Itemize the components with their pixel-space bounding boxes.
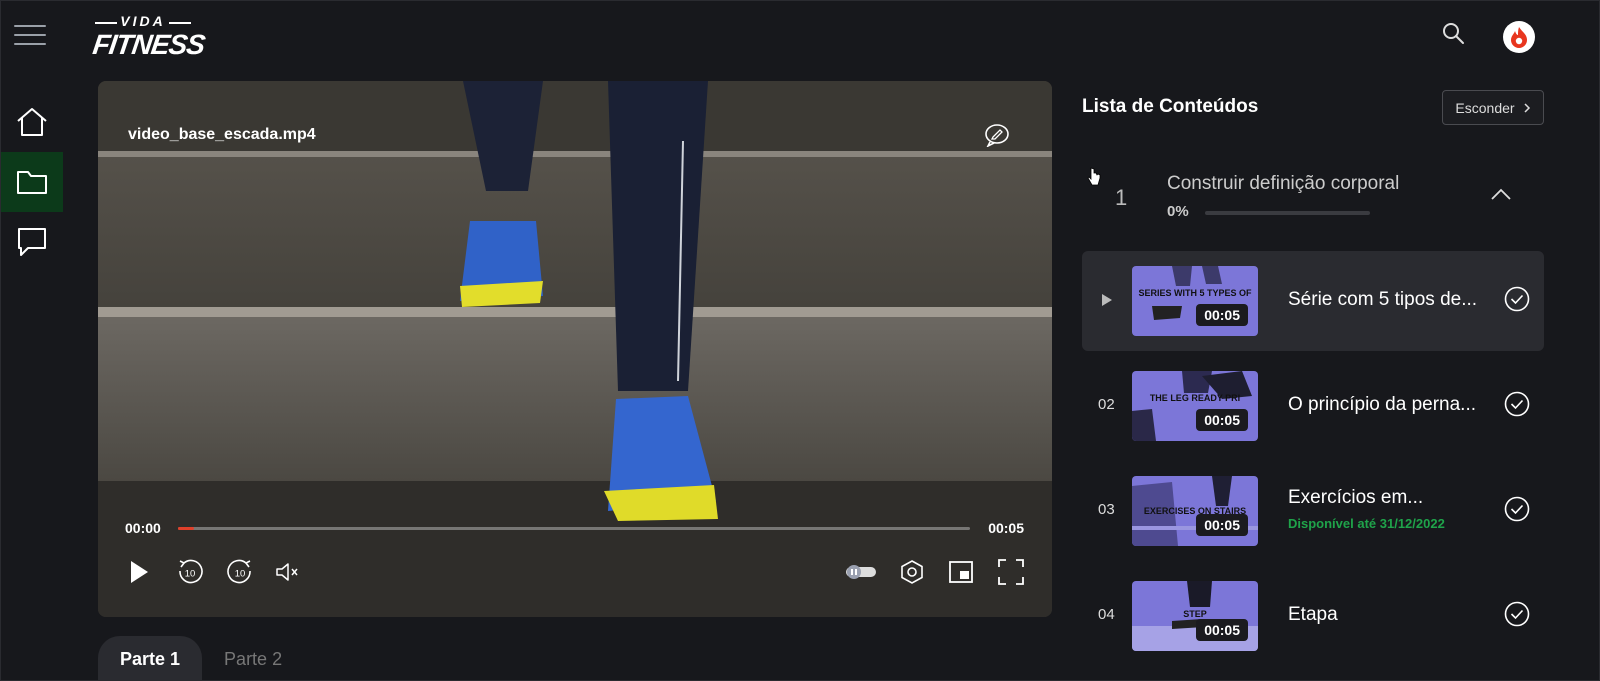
check-circle-icon[interactable]: [1504, 391, 1530, 417]
availability-label: Disponível até 31/12/2022: [1288, 516, 1445, 531]
logo-bottom-text: FITNESS: [90, 29, 207, 60]
autoplay-toggle[interactable]: [845, 557, 877, 587]
rewind-10-button[interactable]: 10: [175, 557, 205, 587]
flame-icon: [1511, 27, 1527, 48]
rewind-icon: 10: [179, 559, 203, 584]
now-playing-icon: [1102, 294, 1112, 306]
brand-logo[interactable]: VIDA FITNESS: [91, 13, 207, 63]
tab-part-1[interactable]: Parte 1: [98, 636, 203, 681]
fullscreen-icon: [998, 559, 1024, 585]
current-time: 00:00: [125, 520, 161, 536]
svg-text:10: 10: [185, 569, 196, 580]
search-icon[interactable]: [1441, 21, 1467, 47]
check-circle-icon[interactable]: [1504, 496, 1530, 522]
lesson-thumbnail: STEP 00:05: [1132, 581, 1258, 651]
mouse-cursor-icon: [1087, 167, 1101, 186]
pip-button[interactable]: [948, 557, 974, 587]
annotate-icon[interactable]: [984, 123, 1010, 148]
forward-10-button[interactable]: 10: [225, 557, 255, 587]
lesson-index: 03: [1098, 501, 1115, 518]
toggle-icon: [846, 565, 876, 579]
module-title: Construir definição corporal: [1167, 173, 1400, 194]
chevron-up-icon[interactable]: [1490, 187, 1512, 201]
hide-panel-button[interactable]: Esconder: [1442, 90, 1544, 125]
folder-icon: [17, 171, 47, 194]
thumbnail-caption: STEP: [1183, 609, 1207, 619]
lesson-item[interactable]: SERIES WITH 5 TYPES OF 00:05 Série com 5…: [1082, 251, 1544, 351]
svg-text:10: 10: [235, 569, 246, 580]
seek-progress: [178, 527, 194, 530]
module-progress-label: 0%: [1167, 203, 1189, 220]
check-circle-icon[interactable]: [1504, 286, 1530, 312]
volume-muted-icon: [276, 563, 298, 581]
rail-item-chat[interactable]: [1, 212, 63, 272]
video-frame: [98, 81, 1052, 617]
lesson-duration: 00:05: [1196, 619, 1248, 641]
play-icon: [131, 561, 148, 583]
thumbnail-caption: THE LEG READY PRI: [1149, 393, 1241, 403]
lesson-title: Série com 5 tipos de...: [1288, 289, 1478, 310]
mute-button[interactable]: [274, 557, 300, 587]
top-bar: VIDA FITNESS: [1, 1, 1599, 67]
check-circle-icon[interactable]: [1504, 601, 1530, 627]
video-filename: video_base_escada.mp4: [128, 126, 316, 143]
lesson-thumbnail: SERIES WITH 5 TYPES OF 00:05: [1132, 266, 1258, 336]
forward-icon: 10: [227, 559, 251, 584]
lesson-item[interactable]: 04 STEP 00:05 Etapa: [1082, 566, 1544, 666]
module-header[interactable]: 1 Construir definição corporal 0%: [1082, 161, 1544, 237]
lesson-thumbnail: EXERCISES ON STAIRS 00:05: [1132, 476, 1258, 546]
avatar[interactable]: [1503, 21, 1535, 53]
settings-button[interactable]: [898, 557, 926, 587]
picture-in-picture-icon: [949, 561, 973, 583]
chevron-right-icon: [1524, 102, 1530, 113]
content-tabs: Parte 1 Parte 2: [98, 636, 304, 681]
fullscreen-button[interactable]: [997, 557, 1025, 587]
play-button[interactable]: [126, 557, 152, 587]
lesson-index: 02: [1098, 396, 1115, 413]
video-player[interactable]: video_base_escada.mp4 00:00 00:05 10 10: [98, 81, 1052, 617]
lesson-item[interactable]: 02 THE LEG READY PRI 00:05 O princípio d…: [1082, 356, 1544, 456]
menu-icon[interactable]: [14, 25, 46, 47]
chat-icon: [18, 228, 46, 256]
lesson-index: 04: [1098, 606, 1115, 623]
lesson-item[interactable]: 03 EXERCISES ON STAIRS 00:05 Exercícios …: [1082, 461, 1544, 561]
lesson-title: O princípio da perna...: [1288, 394, 1476, 415]
module-progress-bar: [1205, 211, 1370, 215]
home-icon: [17, 108, 47, 136]
side-rail: [1, 89, 65, 272]
hide-panel-label: Esconder: [1455, 99, 1515, 116]
total-time: 00:05: [988, 520, 1024, 536]
settings-icon: [901, 560, 923, 584]
panel-title: Lista de Conteúdos: [1082, 96, 1259, 117]
lesson-thumbnail: THE LEG READY PRI 00:05: [1132, 371, 1258, 441]
rail-item-contents[interactable]: [1, 152, 63, 212]
thumbnail-caption: SERIES WITH 5 TYPES OF: [1138, 288, 1252, 298]
lesson-title: Etapa: [1288, 604, 1338, 625]
logo-top-text: VIDA: [93, 13, 193, 29]
app-window: VIDA FITNESS video_base_escada.mp4 00:00…: [0, 0, 1600, 681]
seek-bar[interactable]: [178, 527, 970, 530]
lesson-duration: 00:05: [1196, 514, 1248, 536]
module-number: 1: [1115, 185, 1128, 210]
lesson-duration: 00:05: [1196, 409, 1248, 431]
lesson-title: Exercícios em...: [1288, 487, 1424, 508]
tab-part-2[interactable]: Parte 2: [202, 636, 304, 681]
lesson-duration: 00:05: [1196, 304, 1248, 326]
rail-item-home[interactable]: [1, 92, 63, 152]
